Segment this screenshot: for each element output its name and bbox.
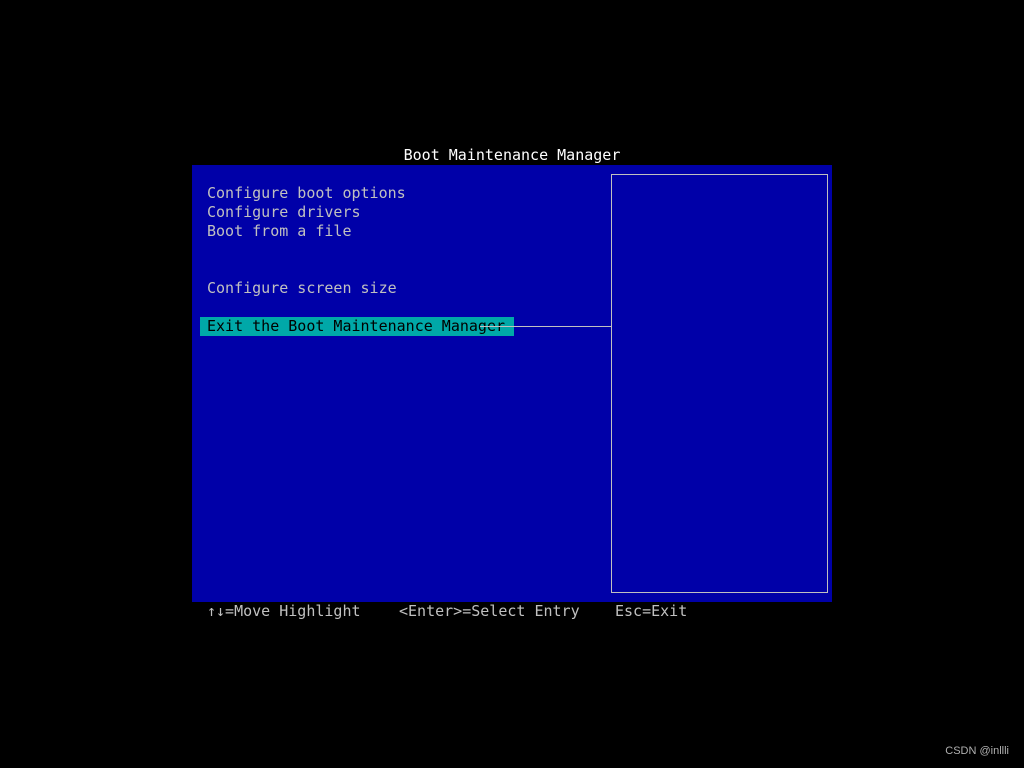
menu-item-boot-from-file[interactable]: Boot from a file <box>207 222 352 241</box>
menu-item-configure-drivers[interactable]: Configure drivers <box>207 203 361 222</box>
menu-item-exit-boot-maintenance-manager[interactable]: Exit the Boot Maintenance Manager <box>200 317 515 336</box>
highlight-connector-line <box>480 326 611 327</box>
menu-item-configure-boot-options[interactable]: Configure boot options <box>207 184 406 203</box>
watermark: CSDN @inllli <box>945 745 1009 757</box>
menu-item-configure-screen-size[interactable]: Configure screen size <box>207 279 397 298</box>
screen-title: Boot Maintenance Manager <box>403 146 621 164</box>
footer-move-highlight-hint: ↑↓=Move Highlight <box>207 602 361 620</box>
help-panel <box>611 174 828 593</box>
footer-select-entry-hint: <Enter>=Select Entry <box>399 602 580 620</box>
main-panel: Configure boot options Configure drivers… <box>192 165 832 602</box>
footer-exit-hint: Esc=Exit <box>615 602 688 620</box>
